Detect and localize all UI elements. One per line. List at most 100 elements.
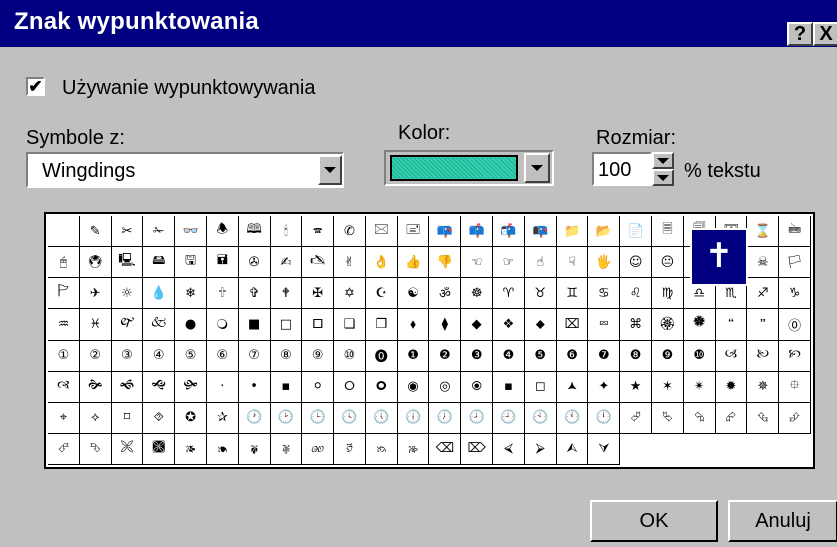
symbol-cell[interactable]: ⮱ — [652, 402, 684, 434]
symbol-cell[interactable]: ✌ — [334, 247, 366, 279]
symbol-cell[interactable]: ✂ — [111, 216, 144, 248]
symbol-cell[interactable]: 🖳 — [111, 247, 144, 279]
symbol-cell[interactable]: 🖐 — [588, 247, 621, 279]
symbol-cell[interactable]: 🙝 — [143, 371, 176, 403]
help-button[interactable]: ? — [787, 22, 813, 46]
symbol-cell[interactable]: ⌘ — [620, 309, 653, 341]
symbol-cell[interactable]: ☜ — [461, 247, 494, 279]
symbol-cell[interactable]: 🖴 — [143, 247, 176, 279]
symbol-cell[interactable]: ⯐ — [779, 371, 811, 403]
symbol-cell[interactable]: 🙗 — [238, 433, 271, 465]
symbol-cell[interactable]: ❼ — [588, 340, 621, 372]
symbol-cell[interactable]: • — [238, 371, 271, 403]
symbol-cell[interactable]: 💧 — [143, 278, 176, 310]
symbol-cell[interactable]: 🙟 — [175, 371, 207, 403]
symbol-cell[interactable]: ● — [175, 309, 207, 341]
symbol-cell[interactable]: ② — [79, 340, 112, 372]
symbol-cell[interactable]: ◎ — [429, 371, 462, 403]
symbol-cell[interactable]: 🖰 — [48, 247, 80, 279]
symbol-cell[interactable]: 🙐 — [302, 433, 335, 465]
symbol-cell[interactable]: ☪ — [365, 278, 398, 310]
symbol-cell[interactable]: ⮙ — [556, 433, 589, 465]
symbol-cell[interactable]: 🙣 — [48, 371, 80, 403]
symbol-cell[interactable]: 🕚 — [556, 402, 589, 434]
symbol-cell[interactable]: 📬 — [493, 216, 525, 248]
symbol-cell[interactable]: ♌ — [620, 278, 653, 310]
symbol-cell[interactable]: 🙵 — [143, 309, 176, 341]
symbol-cell[interactable]: ❑ — [334, 309, 366, 341]
symbol-cell[interactable]: ⮘ — [493, 433, 525, 465]
symbol-cell[interactable]: ③ — [111, 340, 144, 372]
symbol-cell[interactable]: 🕿 — [302, 216, 335, 248]
symbol-cell[interactable]: 🙶 — [715, 309, 748, 341]
ok-button[interactable]: OK — [590, 500, 718, 542]
symbol-cell[interactable]: ✠ — [302, 278, 335, 310]
symbol-cell[interactable]: 📁 — [556, 216, 589, 248]
symbol-cell[interactable]: ♑ — [779, 278, 811, 310]
symbol-cell[interactable]: ❷ — [429, 340, 462, 372]
symbol-cell[interactable]: ⑥ — [206, 340, 239, 372]
symbol-cell[interactable]: 🕗 — [461, 402, 494, 434]
symbol-cell[interactable]: ❹ — [493, 340, 525, 372]
symbol-cell[interactable]: ⌫ — [429, 433, 462, 465]
symbol-cell[interactable]: ✆ — [334, 216, 366, 248]
symbol-cell[interactable]: 🏱 — [48, 278, 80, 310]
symbol-cell[interactable]: ☠ — [747, 247, 780, 279]
symbol-cell[interactable]: ⬥ — [524, 309, 557, 341]
symbol-cell[interactable]: ■ — [238, 309, 271, 341]
symbol-cell[interactable]: ✪ — [175, 402, 207, 434]
symbol-cell[interactable]: 🖂 — [365, 216, 398, 248]
symbol-cell[interactable]: ✈ — [79, 278, 112, 310]
symbol-cell[interactable]: ✍ — [270, 247, 303, 279]
symbol-cell[interactable]: ❄ — [175, 278, 207, 310]
color-dropdown-arrow[interactable] — [524, 153, 550, 183]
symbol-cell[interactable]: 🞐 — [302, 309, 335, 341]
symbol-cell[interactable]: ★ — [620, 371, 653, 403]
symbol-cell[interactable]: 🕆 — [206, 278, 239, 310]
symbol-cell[interactable]: ✇ — [238, 247, 271, 279]
symbol-cell[interactable]: ✎ — [79, 216, 112, 248]
symbol-cell[interactable]: 🕓 — [334, 402, 366, 434]
symbol-cell[interactable]: 🕔 — [365, 402, 398, 434]
symbol-cell[interactable]: ✶ — [652, 371, 684, 403]
symbol-cell[interactable]: 📭 — [524, 216, 557, 248]
symbol-cell[interactable]: 🏵 — [652, 309, 684, 341]
symbol-cell[interactable]: ⚪ — [302, 371, 335, 403]
symbol-cell[interactable]: ☝ — [524, 247, 557, 279]
symbol-cell[interactable]: ❸ — [461, 340, 494, 372]
symbol-cell[interactable]: 🗏 — [652, 216, 684, 248]
symbol-cell[interactable]: 🕙 — [524, 402, 557, 434]
symbol-cell[interactable]: ⓿ — [365, 340, 398, 372]
symbol-cell[interactable]: 🞊 — [461, 371, 494, 403]
symbol-cell[interactable]: 👌 — [365, 247, 398, 279]
size-spin-down[interactable] — [652, 169, 674, 186]
symbol-cell[interactable]: ⮷ — [79, 433, 112, 465]
symbol-cell[interactable]: ⮲ — [683, 402, 716, 434]
symbol-cell[interactable]: ♒ — [48, 309, 80, 341]
symbol-cell[interactable]: 🕈 — [270, 278, 303, 310]
symbol-cell[interactable]: 🟂 — [556, 371, 589, 403]
symbol-cell[interactable]: ☼ — [111, 278, 144, 310]
symbol-cell[interactable]: 🕖 — [429, 402, 462, 434]
symbol-cell[interactable]: 🙒 — [365, 433, 398, 465]
symbol-cell[interactable]: ❖ — [493, 309, 525, 341]
symbol-cell[interactable]: ☯ — [397, 278, 430, 310]
symbol-cell[interactable]: 🏶 — [683, 309, 716, 341]
symbol-cell[interactable]: ✁ — [143, 216, 176, 248]
symbol-cell[interactable]: 🖎 — [302, 247, 335, 279]
symbol-cell[interactable]: ❺ — [524, 340, 557, 372]
close-button[interactable]: X — [813, 22, 837, 46]
symbol-cell[interactable]: 👓 — [175, 216, 207, 248]
symbol-cell[interactable]: ◆ — [461, 309, 494, 341]
symbol-cell[interactable]: ✰ — [206, 402, 239, 434]
symbol-cell[interactable]: ☟ — [556, 247, 589, 279]
symbol-cell[interactable]: 📪 — [429, 216, 462, 248]
symbol-cell[interactable]: ▪ — [270, 371, 303, 403]
symbol-cell[interactable]: 🙫 — [143, 433, 176, 465]
symbol-cell[interactable]: ✞ — [238, 278, 271, 310]
symbol-cell[interactable]: ✴ — [683, 371, 716, 403]
symbol-cell[interactable]: ⮰ — [620, 402, 653, 434]
symbol-cell[interactable]: 🞈 — [365, 371, 398, 403]
symbol-cell[interactable]: 🕭 — [206, 216, 239, 248]
symbol-cell[interactable]: 🕐 — [238, 402, 271, 434]
